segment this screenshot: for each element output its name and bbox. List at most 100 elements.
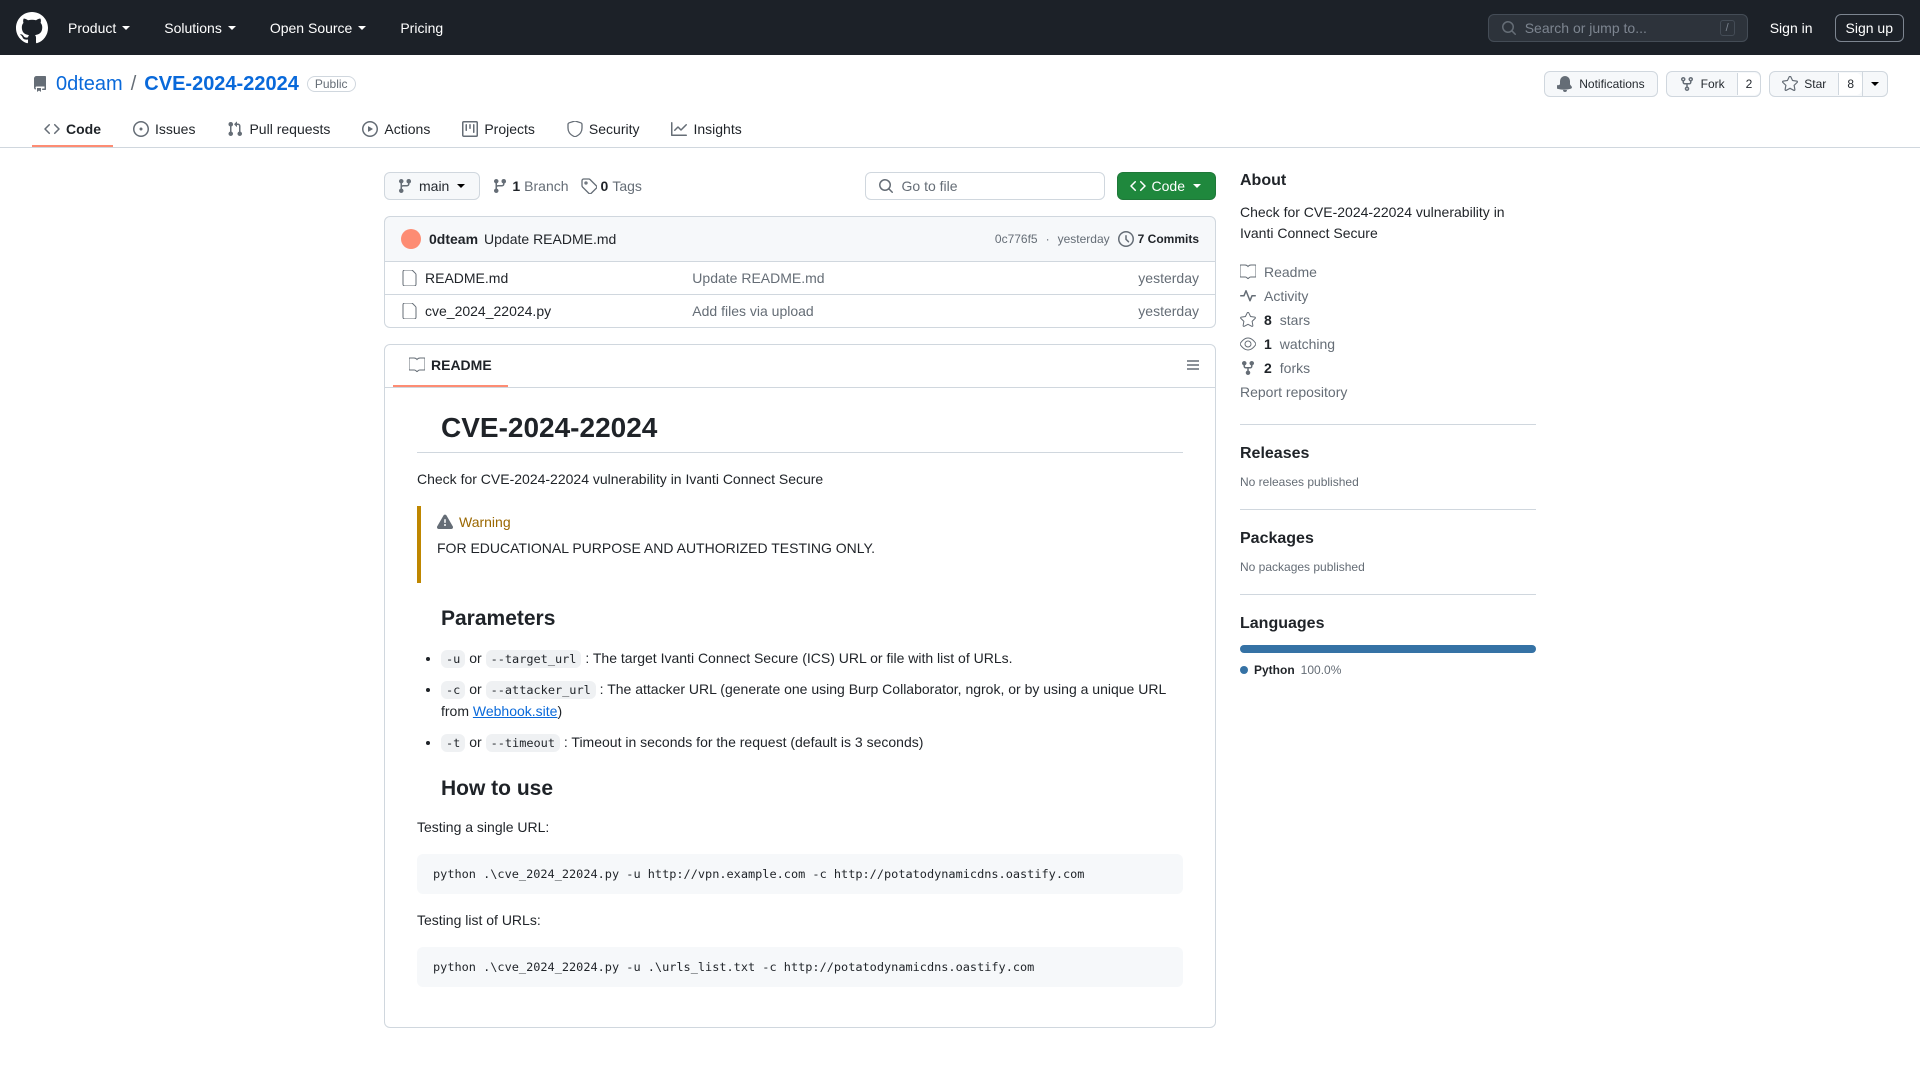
search-icon: [878, 178, 894, 194]
code-block: python .\cve_2024_22024.py -u http://vpn…: [417, 854, 1183, 894]
nav-opensource[interactable]: Open Source: [258, 12, 381, 44]
readme-link[interactable]: Readme: [1240, 260, 1536, 284]
visibility-badge: Public: [307, 76, 356, 92]
tab-projects[interactable]: Projects: [450, 113, 547, 147]
repo-title-row: 0dteam / CVE-2024-22024 Public Notificat…: [32, 71, 1888, 97]
latest-commit-bar: 0dteam Update README.md 0c776f5 · yester…: [384, 216, 1216, 262]
star-button[interactable]: Star 8: [1769, 71, 1863, 97]
projects-icon: [462, 121, 478, 137]
releases-heading: Releases: [1240, 445, 1536, 463]
star-dropdown[interactable]: [1863, 71, 1888, 97]
releases-none: No releases published: [1240, 475, 1536, 489]
repo-tabs: Code Issues Pull requests Actions Projec…: [32, 113, 1888, 147]
nav-solutions[interactable]: Solutions: [152, 12, 250, 44]
readme-intro: Check for CVE-2024-22024 vulnerability i…: [417, 469, 1183, 490]
chevron-down-icon: [120, 22, 132, 34]
chevron-down-icon: [455, 180, 467, 192]
stars-link[interactable]: 8 stars: [1240, 308, 1536, 332]
list-item: -c or --attacker_url : The attacker URL …: [441, 678, 1183, 723]
commit-time: yesterday: [1058, 232, 1110, 246]
breadcrumb-separator: /: [131, 73, 137, 96]
issues-icon: [133, 121, 149, 137]
repo-owner-link[interactable]: 0dteam: [56, 73, 123, 96]
packages-heading: Packages: [1240, 530, 1536, 548]
avatar[interactable]: [401, 229, 421, 249]
outline-button[interactable]: [1179, 351, 1207, 382]
book-icon: [1240, 264, 1256, 280]
bell-icon: [1557, 76, 1573, 92]
about-heading: About: [1240, 172, 1536, 190]
header-right: Search or jump to... / Sign in Sign up: [1488, 14, 1904, 42]
header-left: Product Solutions Open Source Pricing: [16, 12, 455, 44]
language-bar[interactable]: [1240, 645, 1536, 653]
tags-link[interactable]: 0 Tags: [581, 178, 642, 194]
chevron-down-icon: [1869, 78, 1881, 90]
nav-pricing[interactable]: Pricing: [388, 12, 455, 44]
file-icon: [401, 270, 417, 286]
star-count[interactable]: 8: [1838, 73, 1862, 95]
tab-actions[interactable]: Actions: [350, 113, 442, 147]
fork-count[interactable]: 2: [1737, 73, 1761, 95]
language-item[interactable]: Python 100.0%: [1240, 663, 1536, 677]
go-to-file-input[interactable]: Go to file: [865, 172, 1105, 200]
main-container: main 1 Branch 0 Tags Go to file Code 0dt…: [352, 148, 1568, 1052]
search-placeholder: Search or jump to...: [1525, 20, 1647, 36]
file-commit-link[interactable]: Add files via upload: [692, 303, 813, 319]
watching-link[interactable]: 1 watching: [1240, 332, 1536, 356]
code-button[interactable]: Code: [1117, 172, 1216, 200]
activity-link[interactable]: Activity: [1240, 284, 1536, 308]
commit-author[interactable]: 0dteam: [429, 231, 478, 247]
tab-code[interactable]: Code: [32, 113, 113, 147]
commit-message: 0dteam Update README.md: [429, 231, 987, 247]
fork-icon: [1240, 360, 1256, 376]
commit-hash[interactable]: 0c776f5: [995, 232, 1038, 246]
star-button-group: Star 8: [1769, 71, 1888, 97]
github-logo-icon[interactable]: [16, 12, 48, 44]
tab-security[interactable]: Security: [555, 113, 652, 147]
search-shortcut: /: [1720, 20, 1735, 36]
file-commit-link[interactable]: Update README.md: [692, 270, 824, 286]
tag-icon: [581, 178, 597, 194]
forks-link[interactable]: 2 forks: [1240, 356, 1536, 380]
repo-title: 0dteam / CVE-2024-22024 Public: [32, 73, 356, 96]
main-column: main 1 Branch 0 Tags Go to file Code 0dt…: [384, 172, 1216, 1028]
nav-product[interactable]: Product: [56, 12, 144, 44]
branches-link[interactable]: 1 Branch: [492, 178, 568, 194]
warning-title: Warning: [437, 514, 1167, 530]
packages-section: Packages No packages published: [1240, 530, 1536, 595]
file-link[interactable]: cve_2024_22024.py: [425, 303, 551, 319]
sign-in-button[interactable]: Sign in: [1760, 15, 1823, 41]
tab-insights[interactable]: Insights: [659, 113, 753, 147]
fork-button[interactable]: Fork 2: [1666, 71, 1762, 97]
pulse-icon: [1240, 288, 1256, 304]
search-input[interactable]: Search or jump to... /: [1488, 14, 1748, 42]
readme-h2-params: Parameters: [417, 607, 1183, 631]
commit-message-text[interactable]: Update README.md: [484, 231, 616, 247]
notifications-button[interactable]: Notifications: [1544, 71, 1657, 97]
code-icon: [1130, 178, 1146, 194]
chevron-down-icon: [1191, 180, 1203, 192]
book-icon: [409, 357, 425, 373]
readme-tabs: README: [385, 345, 1215, 388]
tab-issues[interactable]: Issues: [121, 113, 207, 147]
commits-count-link[interactable]: 7 Commits: [1118, 231, 1199, 247]
file-link[interactable]: README.md: [425, 270, 508, 286]
repo-name-link[interactable]: CVE-2024-22024: [144, 73, 299, 96]
file-time: yesterday: [1138, 303, 1199, 319]
readme-h1: CVE-2024-22024: [417, 412, 1183, 453]
languages-heading: Languages: [1240, 615, 1536, 633]
webhook-link[interactable]: Webhook.site: [473, 703, 558, 719]
sign-up-button[interactable]: Sign up: [1835, 14, 1904, 42]
readme-box: README CVE-2024-22024 Check for CVE-2024…: [384, 344, 1216, 1028]
howto-single-label: Testing a single URL:: [417, 817, 1183, 838]
report-link[interactable]: Report repository: [1240, 380, 1536, 404]
releases-section: Releases No releases published: [1240, 445, 1536, 510]
branch-picker[interactable]: main: [384, 172, 480, 200]
branch-icon: [492, 178, 508, 194]
packages-none: No packages published: [1240, 560, 1536, 574]
search-icon: [1501, 20, 1517, 36]
code-icon: [44, 121, 60, 137]
readme-tab[interactable]: README: [393, 345, 508, 387]
repo-header: 0dteam / CVE-2024-22024 Public Notificat…: [0, 55, 1920, 148]
tab-pulls[interactable]: Pull requests: [215, 113, 342, 147]
